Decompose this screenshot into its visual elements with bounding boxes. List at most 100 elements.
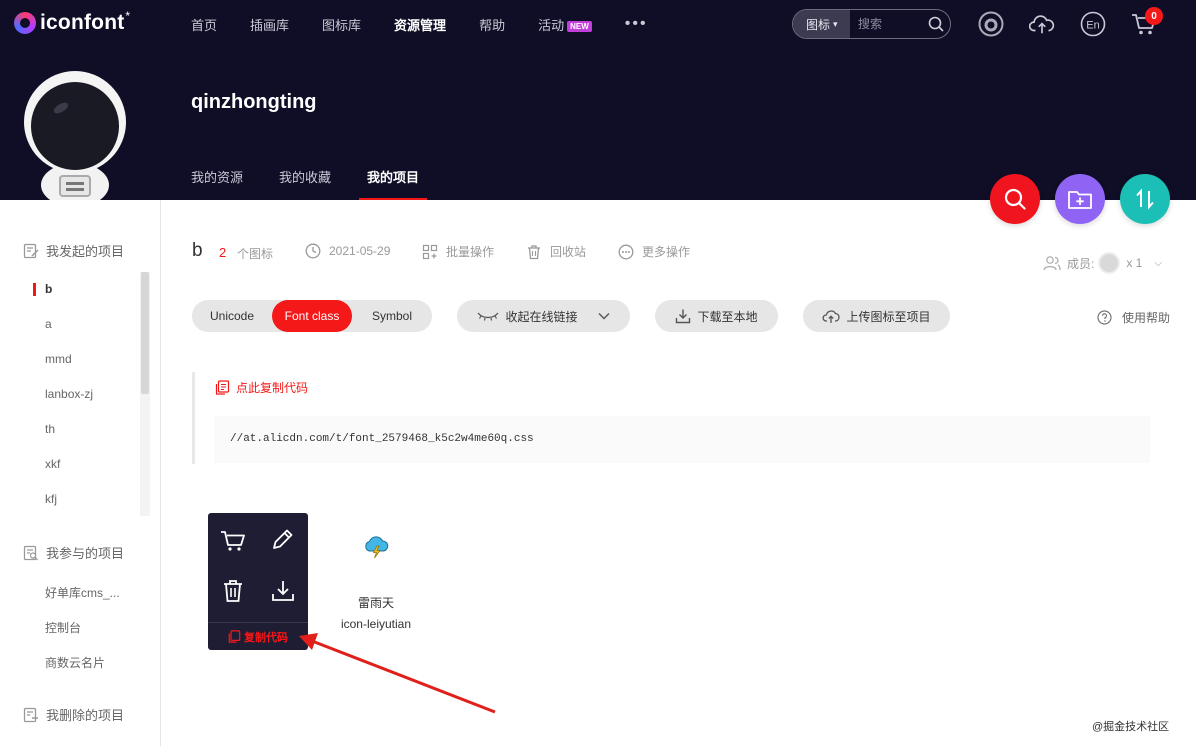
sidebar-item-joined-card[interactable]: 商数云名片 (45, 654, 105, 671)
download-local-button[interactable]: 下载至本地 (655, 300, 778, 332)
format-font-class-tab[interactable]: Font class (272, 300, 352, 332)
upload-cloud-icon (823, 310, 841, 323)
more-operations-button[interactable]: 更多操作 (618, 243, 690, 260)
search-icon[interactable] (922, 10, 950, 38)
project-members[interactable]: 成员: x 1 ⌵ (1043, 252, 1162, 274)
download-local-label: 下载至本地 (697, 309, 758, 324)
upload-icon-label: 上传图标至项目 (846, 309, 931, 324)
nav-more-button[interactable]: ••• (625, 15, 648, 33)
font-css-url[interactable]: //at.alicdn.com/t/font_2579468_k5c2w4me6… (214, 416, 1150, 463)
nav-item-help[interactable]: 帮助 (479, 15, 505, 34)
cart-icon (221, 531, 245, 551)
more-dots-icon (618, 244, 634, 259)
icon-name: 雷雨天 (357, 596, 394, 610)
sidebar-item-joined-haodanku[interactable]: 好单库cms_... (45, 584, 120, 601)
profile-avatar (23, 70, 127, 207)
collapse-online-link-button[interactable]: 收起在线链接 (457, 300, 630, 332)
sidebar-joined-projects-title: 我参与的项目 (46, 546, 125, 561)
nav-item-icon-library[interactable]: 图标库 (322, 15, 361, 34)
recycle-bin-button[interactable]: 回收站 (526, 243, 586, 260)
grid-icon (422, 244, 438, 259)
eye-closed-icon (477, 312, 499, 321)
deleted-doc-icon (23, 707, 38, 722)
top-navbar: iconfont * 首页 插画库 图标库 资源管理 帮助 活动 NEW ••• … (0, 0, 1196, 48)
sidebar-item-joined-console[interactable]: 控制台 (45, 619, 81, 636)
clock-icon (305, 243, 321, 259)
nav-item-illustrations[interactable]: 插画库 (250, 15, 289, 34)
edit-doc-icon (23, 243, 39, 258)
new-badge: NEW (567, 20, 592, 32)
sidebar-deleted-projects-header[interactable]: 我删除的项目 (23, 705, 124, 724)
copy-icon-code-label: 复制代码 (244, 631, 288, 644)
sort-arrows-icon (1136, 188, 1154, 210)
nav-item-activity-label: 活动 (538, 17, 565, 33)
user-avatar-icon[interactable] (978, 11, 1004, 37)
trash-icon (224, 580, 242, 602)
folder-add-icon (1068, 191, 1092, 209)
project-icon-count: 2 (219, 245, 227, 260)
nav-item-home[interactable]: 首页 (191, 15, 217, 34)
sidebar-joined-projects-header[interactable]: 我参与的项目 (23, 543, 124, 562)
copy-icon-code-button[interactable]: 复制代码 (208, 622, 308, 650)
pencil-icon (273, 529, 293, 549)
nav-item-resource-management[interactable]: 资源管理 (394, 15, 446, 34)
upload-icon-button[interactable]: 上传图标至项目 (803, 300, 950, 332)
copy-icon (228, 630, 241, 643)
sidebar-item-project-xkf[interactable]: xkf (45, 457, 60, 471)
sidebar-deleted-projects-title: 我删除的项目 (46, 708, 125, 723)
tab-my-favorites[interactable]: 我的收藏 (279, 158, 331, 200)
sidebar-item-project-kfj[interactable]: kfj (45, 492, 57, 506)
new-project-button[interactable] (1055, 174, 1105, 224)
recycle-bin-label: 回收站 (550, 245, 587, 259)
logo-mark-icon (14, 12, 36, 34)
tab-my-resources[interactable]: 我的资源 (191, 158, 243, 200)
sidebar-started-projects-header[interactable]: 我发起的项目 (23, 241, 124, 260)
icon-class-code: icon-leiyutian (340, 617, 412, 631)
search-type-select[interactable]: 图标 ▾ (793, 10, 850, 38)
icon-hover-panel: 复制代码 (208, 513, 308, 650)
sidebar-item-project-th[interactable]: th (45, 422, 55, 436)
add-to-cart-button[interactable] (219, 527, 247, 555)
tab-my-projects[interactable]: 我的项目 (359, 158, 428, 200)
delete-icon-button[interactable] (219, 577, 247, 605)
copy-code-link[interactable]: 点此复制代码 (215, 379, 308, 396)
sidebar-item-project-b[interactable]: b (45, 282, 52, 296)
cart-count-badge: 0 (1145, 7, 1163, 25)
upload-cloud-icon[interactable] (1029, 11, 1055, 37)
project-icon-count-unit: 个图标 (237, 247, 274, 261)
logo-text: iconfont (40, 11, 125, 34)
svg-text:En: En (1086, 20, 1099, 32)
nav-item-activity[interactable]: 活动 NEW (538, 15, 592, 34)
trash-icon (528, 244, 540, 259)
sidebar-started-projects-title: 我发起的项目 (46, 244, 125, 259)
members-count: x 1 (1126, 256, 1143, 270)
sort-projects-button[interactable] (1120, 174, 1170, 224)
sidebar-scrollbar-thumb[interactable] (141, 272, 149, 394)
edit-icon-button[interactable] (269, 525, 297, 553)
batch-operation-button[interactable]: 批量操作 (422, 243, 494, 260)
search-input[interactable] (850, 17, 922, 31)
format-unicode-tab[interactable]: Unicode (192, 300, 272, 332)
member-avatar (1098, 252, 1121, 274)
chevron-down-icon: ▾ (833, 18, 838, 29)
main-nav: 首页 插画库 图标库 资源管理 帮助 活动 NEW ••• (191, 0, 648, 48)
batch-operation-label: 批量操作 (446, 245, 495, 259)
icon-card-leiyutian[interactable]: 雷雨天 icon-leiyutian (326, 533, 426, 631)
thunderstorm-icon (326, 533, 426, 567)
help-link[interactable]: 使用帮助 (1097, 309, 1170, 326)
profile-tabs: 我的资源 我的收藏 我的项目 (191, 158, 455, 200)
iconfont-logo[interactable]: iconfont * (14, 9, 130, 36)
search-project-button[interactable] (990, 174, 1040, 224)
sidebar-item-project-a[interactable]: a (45, 317, 52, 331)
download-icon (272, 581, 294, 601)
format-switcher: Unicode Font class Symbol (192, 300, 432, 332)
project-date: 2021-05-29 (305, 243, 390, 259)
download-icon-button[interactable] (269, 577, 297, 605)
language-en-icon[interactable]: En (1080, 11, 1106, 37)
question-circle-icon (1097, 310, 1112, 325)
format-symbol-tab[interactable]: Symbol (352, 300, 432, 332)
collapse-online-link-label: 收起在线链接 (505, 309, 578, 324)
sidebar-item-project-lanbox-zj[interactable]: lanbox-zj (45, 387, 93, 401)
help-label: 使用帮助 (1122, 311, 1171, 325)
sidebar-item-project-mmd[interactable]: mmd (45, 352, 72, 366)
